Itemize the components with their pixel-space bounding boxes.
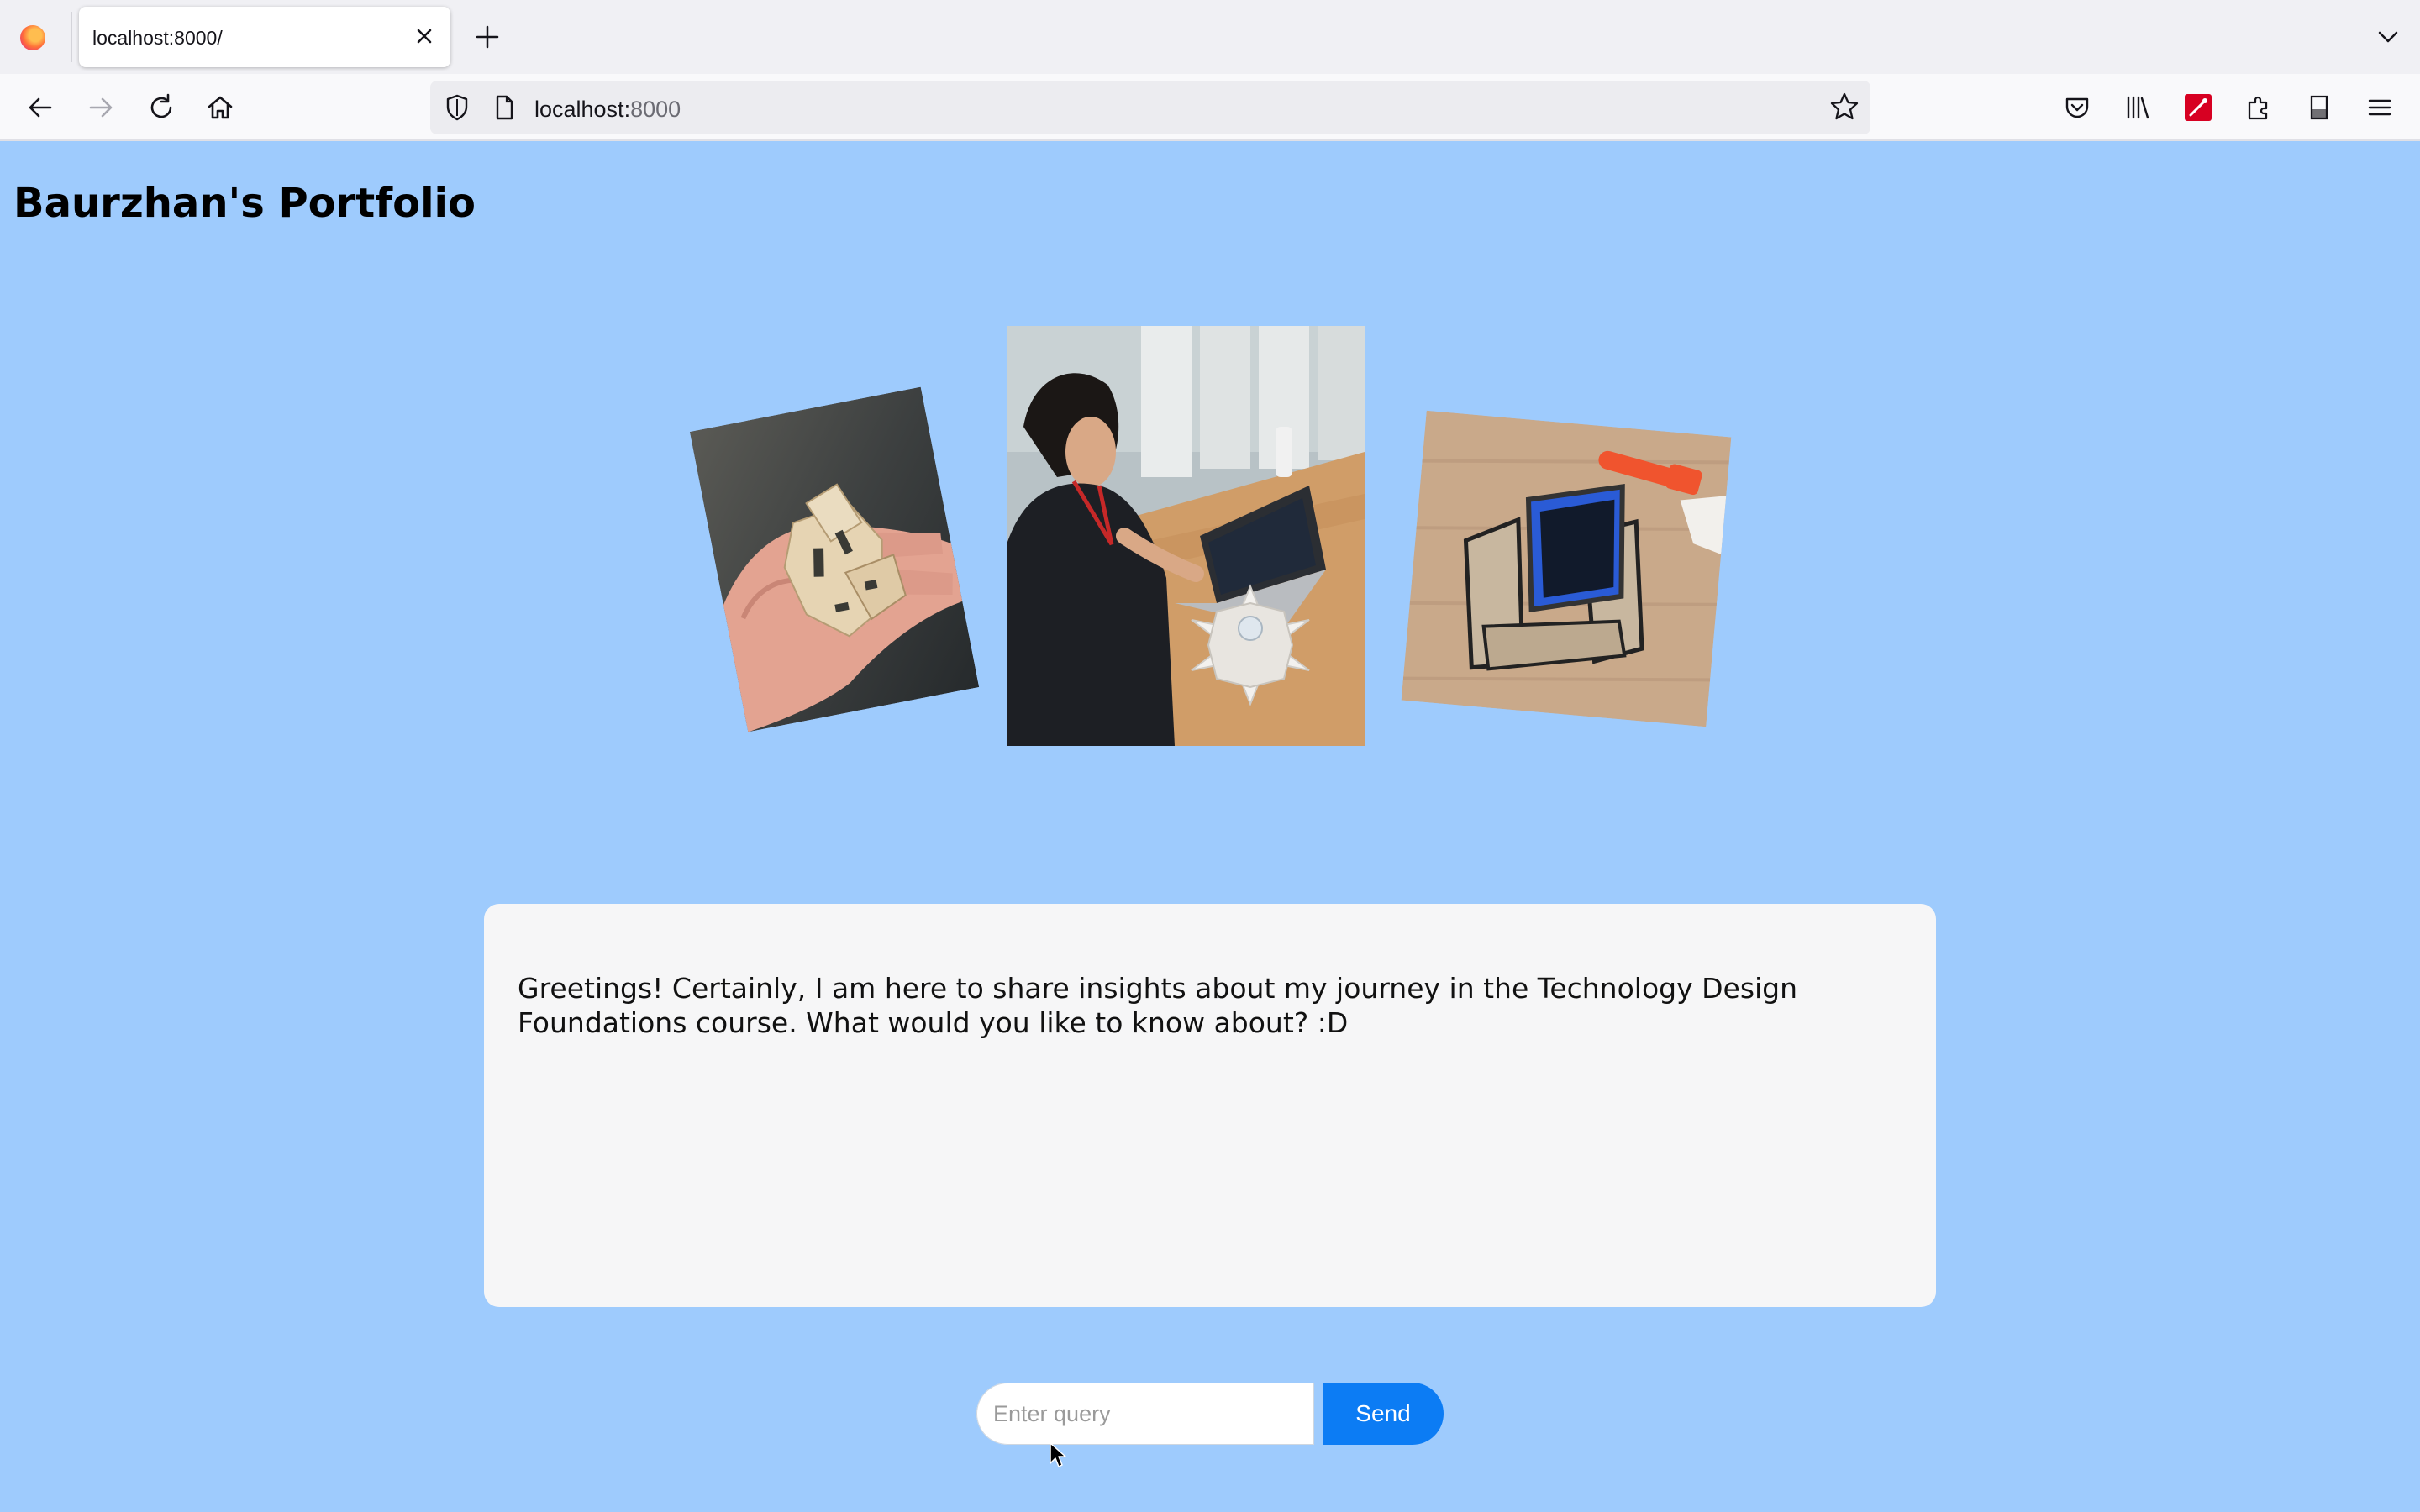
home-icon[interactable] <box>200 87 240 128</box>
mouse-pointer-icon <box>1049 1441 1069 1470</box>
url-port: 8000 <box>630 97 681 122</box>
browser-nav-bar: localhost:8000 <box>0 74 2420 141</box>
close-tab-icon[interactable] <box>410 22 439 50</box>
list-tabs-chevron-down-icon[interactable] <box>2371 20 2405 54</box>
forward-arrow-icon[interactable] <box>81 87 121 128</box>
address-bar[interactable]: localhost:8000 <box>430 81 1870 134</box>
pocket-icon[interactable] <box>2057 87 2097 128</box>
bookmark-star-icon[interactable] <box>1828 91 1860 126</box>
wooden-puzzle-in-hand-photo <box>689 386 980 732</box>
extension-red-icon[interactable] <box>2178 87 2218 128</box>
query-input[interactable] <box>976 1383 1314 1445</box>
phone-stand-image <box>1401 410 1732 727</box>
extensions-puzzle-icon[interactable] <box>2238 87 2279 128</box>
tab-title: localhost:8000/ <box>92 27 223 49</box>
reload-icon[interactable] <box>141 87 182 128</box>
tab-divider <box>71 12 72 62</box>
chat-response-message: Greetings! Certainly, I am here to share… <box>518 972 1798 1039</box>
chat-response-box: Greetings! Certainly, I am here to share… <box>484 904 1936 1307</box>
firefox-logo-icon <box>20 25 45 50</box>
tracking-protection-shield-icon[interactable] <box>442 92 472 126</box>
browser-tab[interactable]: localhost:8000/ <box>79 7 450 67</box>
browser-tab-bar: localhost:8000/ <box>0 0 2420 74</box>
reader-page-icon[interactable] <box>2299 87 2339 128</box>
url-host: localhost: <box>534 97 631 122</box>
student-with-paper-lamp-image <box>1007 326 1365 746</box>
page-info-document-icon[interactable] <box>489 92 519 126</box>
page-title: Baurzhan's Portfolio <box>13 180 476 227</box>
phone-stand-photo <box>1401 410 1732 727</box>
url-text: localhost:8000 <box>534 97 681 123</box>
wooden-puzzle-in-hand-image <box>689 386 980 732</box>
back-arrow-icon[interactable] <box>20 87 60 128</box>
send-button[interactable]: Send <box>1323 1383 1444 1445</box>
library-icon[interactable] <box>2118 87 2158 128</box>
new-tab-icon[interactable] <box>471 20 504 54</box>
student-with-paper-lamp-photo <box>1007 326 1365 746</box>
menu-hamburger-icon[interactable] <box>2360 87 2400 128</box>
